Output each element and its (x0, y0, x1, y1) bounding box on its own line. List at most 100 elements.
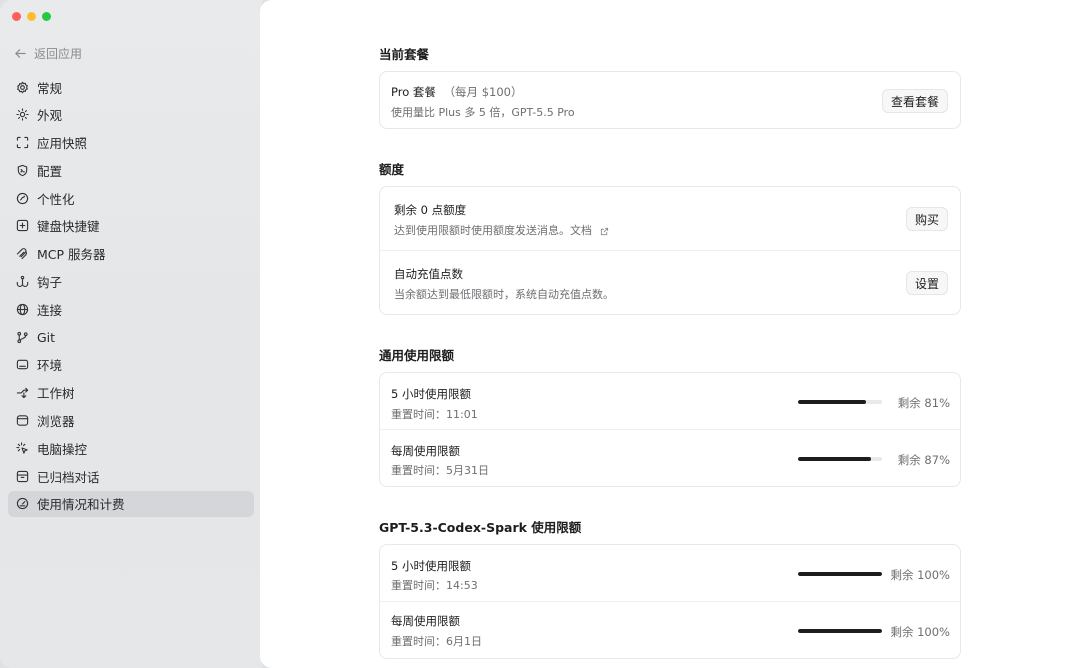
sidebar-item-label: 浏览器 (37, 414, 75, 430)
auto-recharge-settings-button[interactable]: 设置 (905, 271, 948, 295)
auto-recharge-description: 当余额达到最低限额时，系统自动充值点数。 (394, 288, 614, 301)
sidebar-item-label: 电脑操控 (37, 441, 88, 457)
limit-reset-time: 重置时间：14:53 (391, 579, 478, 592)
general-weekly-limit-row: 每周使用限额 重置时间：5月31日 剩余 87% (380, 430, 960, 487)
credits-section-title: 额度 (379, 162, 405, 177)
limit-progress-bar (798, 629, 882, 633)
browser-icon (16, 414, 29, 427)
limit-progress-bar (798, 457, 882, 461)
plan-description: 使用量比 Plus 多 5 倍，GPT-5.5 Pro (391, 106, 575, 119)
archive-icon (16, 470, 29, 483)
limit-reset-time: 重置时间：6月1日 (391, 635, 482, 648)
sidebar-item-environment[interactable]: 环境 (8, 352, 254, 378)
plan-section-title: 当前套餐 (379, 47, 430, 62)
window-controls (12, 12, 51, 21)
environment-icon (16, 358, 29, 371)
limit-progress-fill (798, 629, 882, 633)
worktree-icon (16, 386, 29, 399)
limit-reset-time: 重置时间：5月31日 (391, 464, 489, 477)
plan-title: Pro 套餐 （每月 $100） (391, 84, 522, 100)
sidebar-item-label: 连接 (37, 302, 63, 318)
sidebar-item-label: 使用情况和计费 (37, 497, 125, 513)
personalize-icon (16, 192, 29, 205)
sidebar-item-connections[interactable]: 连接 (8, 296, 254, 322)
sidebar-item-keyboard-shortcuts[interactable]: 键盘快捷键 (8, 213, 254, 239)
limit-title: 5 小时使用限额 (391, 559, 471, 573)
limit-remaining: 剩余 100% (890, 625, 950, 639)
sidebar-item-appearance[interactable]: 外观 (8, 102, 254, 128)
settings-nav: 常规 外观 应用快照 配置 个性化 键盘快捷键 MCP 服务器 钩子 连接 Gi… (8, 74, 254, 519)
limit-remaining: 剩余 87% (897, 453, 950, 467)
sidebar-item-label: 环境 (37, 358, 63, 374)
back-to-app-link[interactable]: 返回应用 (14, 44, 82, 62)
sidebar-item-mcp-servers[interactable]: MCP 服务器 (8, 241, 254, 267)
minimize-window-button[interactable] (27, 12, 36, 21)
sidebar: 返回应用 常规 外观 应用快照 配置 个性化 键盘快捷键 MCP 服务器 钩子 … (0, 0, 262, 668)
sidebar-item-label: 键盘快捷键 (37, 219, 100, 235)
plan-price: （每月 $100） (443, 85, 523, 99)
general-limits-section-title: 通用使用限额 (379, 348, 455, 363)
arrow-left-icon (15, 48, 26, 58)
sun-icon (16, 108, 29, 121)
sidebar-item-general[interactable]: 常规 (8, 74, 254, 100)
limit-remaining: 剩余 81% (897, 396, 950, 410)
credits-balance-description-line: 达到使用限额时使用额度发送消息。文档 (394, 222, 609, 238)
auto-recharge-title: 自动充值点数 (394, 267, 463, 281)
view-plans-button[interactable]: 查看套餐 (881, 89, 948, 113)
hook-icon (16, 275, 29, 288)
sidebar-item-label: 钩子 (37, 275, 63, 291)
sidebar-item-git[interactable]: Git (8, 324, 254, 350)
snapshot-icon (16, 136, 29, 149)
spark-5h-limit-row: 5 小时使用限额 重置时间：14:53 剩余 100% (380, 545, 960, 602)
sidebar-item-archived-chats[interactable]: 已归档对话 (8, 463, 254, 489)
limit-progress-bar (798, 572, 882, 576)
auto-recharge-row: 自动充值点数 当余额达到最低限额时，系统自动充值点数。 设置 (380, 251, 960, 315)
limit-progress-fill (798, 457, 872, 461)
sidebar-item-hooks[interactable]: 钩子 (8, 269, 254, 295)
keyboard-icon (16, 219, 29, 232)
general-limits-card: 5 小时使用限额 重置时间：11:01 剩余 81% 每周使用限额 重置时间：5… (379, 372, 961, 487)
credits-balance-title: 剩余 0 点额度 (394, 203, 467, 217)
sidebar-item-computer-control[interactable]: 电脑操控 (8, 435, 254, 461)
sidebar-item-config[interactable]: 配置 (8, 157, 254, 183)
limit-title: 5 小时使用限额 (391, 387, 471, 401)
back-label: 返回应用 (34, 46, 83, 61)
sidebar-item-label: 已归档对话 (37, 469, 100, 485)
limit-reset-time: 重置时间：11:01 (391, 408, 478, 421)
sidebar-item-label: 工作树 (37, 386, 75, 402)
zoom-window-button[interactable] (42, 12, 51, 21)
sidebar-item-label: 个性化 (37, 191, 75, 207)
plan-card: Pro 套餐 （每月 $100） 使用量比 Plus 多 5 倍，GPT-5.5… (379, 71, 961, 129)
credits-balance-description: 达到使用限额时使用额度发送消息。文档 (394, 224, 592, 237)
limit-title: 每周使用限额 (391, 614, 460, 628)
sidebar-item-app-snapshot[interactable]: 应用快照 (8, 130, 254, 156)
credits-card: 剩余 0 点额度 达到使用限额时使用额度发送消息。文档 购买 自动充值点数 当余… (379, 186, 961, 315)
limit-progress-bar (798, 400, 882, 404)
sidebar-item-browser[interactable]: 浏览器 (8, 408, 254, 434)
globe-icon (16, 303, 29, 316)
git-branch-icon (16, 331, 29, 344)
sidebar-item-label: MCP 服务器 (37, 247, 106, 263)
limit-progress-fill (798, 400, 867, 404)
external-link-icon[interactable] (600, 227, 609, 236)
limit-title: 每周使用限额 (391, 444, 460, 458)
general-5h-limit-row: 5 小时使用限额 重置时间：11:01 剩余 81% (380, 373, 960, 430)
sidebar-item-label: 应用快照 (37, 136, 88, 152)
sidebar-item-label: Git (37, 329, 56, 345)
sidebar-item-label: 配置 (37, 163, 63, 179)
sidebar-item-personalize[interactable]: 个性化 (8, 185, 254, 211)
sidebar-item-usage-billing[interactable]: 使用情况和计费 (8, 490, 254, 517)
buy-credits-button[interactable]: 购买 (905, 207, 948, 231)
close-window-button[interactable] (12, 12, 21, 21)
plan-name: Pro 套餐 (391, 85, 436, 99)
sidebar-item-worktree[interactable]: 工作树 (8, 380, 254, 406)
computer-control-icon (16, 442, 29, 455)
mcp-icon (16, 247, 29, 260)
gauge-icon (16, 497, 29, 510)
sidebar-item-label: 常规 (37, 80, 63, 96)
config-icon (16, 164, 29, 177)
spark-limits-section-title: GPT-5.3-Codex-Spark 使用限额 (379, 520, 582, 535)
main-panel: 当前套餐 Pro 套餐 （每月 $100） 使用量比 Plus 多 5 倍，GP… (260, 0, 1080, 668)
limit-progress-fill (798, 572, 882, 576)
spark-weekly-limit-row: 每周使用限额 重置时间：6月1日 剩余 100% (380, 602, 960, 659)
